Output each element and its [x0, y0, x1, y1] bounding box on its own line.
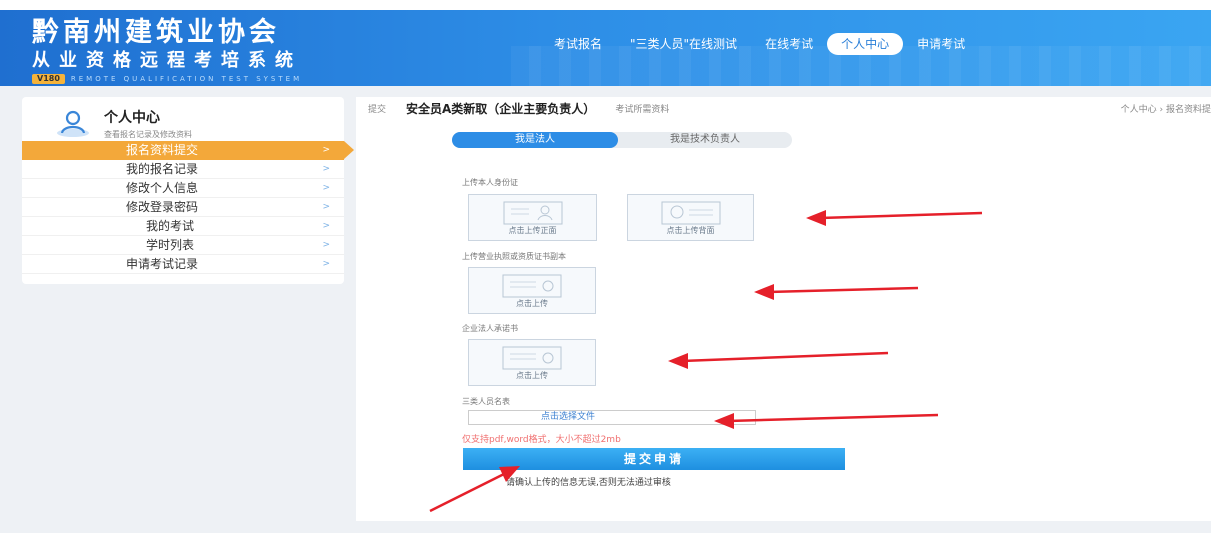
sidebar-item-submit-materials[interactable]: 报名资料提交 >: [22, 141, 354, 160]
english-subtitle: REMOTE QUALIFICATION TEST SYSTEM: [70, 75, 303, 83]
sidebar-item-label: 报名资料提交: [126, 143, 199, 157]
upload-license[interactable]: 点击上传: [468, 267, 596, 314]
page-tag: 考试所需资料: [615, 104, 670, 115]
tab-technical-lead[interactable]: 我是技术负责人: [618, 132, 792, 148]
nav-personal-center[interactable]: 个人中心: [827, 33, 904, 55]
version-badge: V180: [32, 74, 65, 84]
roster-file-input[interactable]: 点击选择文件: [468, 410, 756, 425]
sidebar-item-my-records[interactable]: 我的报名记录 >: [22, 160, 344, 179]
section-label-roster: 三类人员名表: [462, 397, 510, 406]
sidebar: 个人中心 查看报名记录及修改资料 报名资料提交 > 我的报名记录 > 修改个人信息 >…: [22, 97, 354, 284]
upload-front-label: 点击上传正面: [508, 226, 557, 235]
sidebar-title: 个人中心: [104, 109, 160, 126]
sidebar-item-exam-applications[interactable]: 申请考试记录 >: [22, 255, 344, 274]
brand-sub: V180 REMOTE QUALIFICATION TEST SYSTEM: [32, 74, 302, 84]
crumb-label: 提交: [368, 104, 387, 115]
chevron-right-icon: >: [322, 240, 330, 250]
site-subtitle: 从业资格远程考培系统: [32, 50, 302, 71]
submit-button[interactable]: 提交申请: [463, 448, 845, 470]
nav-online-exam[interactable]: 在线考试: [751, 33, 827, 55]
chevron-right-icon: >: [322, 259, 330, 269]
sidebar-item-my-exams[interactable]: 我的考试 >: [22, 217, 344, 236]
upload-license-label: 点击上传: [516, 299, 548, 308]
nav-exam-signup[interactable]: 考试报名: [540, 33, 616, 55]
upload-id-back[interactable]: 点击上传背面: [627, 194, 754, 241]
sidebar-item-label: 修改登录密码: [126, 200, 199, 214]
section-label-license: 上传营业执照或资质证书副本: [462, 252, 566, 261]
chevron-right-icon: >: [322, 221, 330, 231]
page-title: 安全员A类新取（企业主要负责人）: [406, 101, 596, 116]
section-label-commitment: 企业法人承诺书: [462, 324, 518, 333]
sidebar-item-label: 我的考试: [146, 219, 195, 233]
sidebar-item-study-hours[interactable]: 学时列表 >: [22, 236, 344, 255]
sidebar-item-label: 申请考试记录: [126, 257, 199, 271]
chevron-right-icon: >: [322, 183, 330, 193]
nav-apply-exam[interactable]: 申请考试: [903, 33, 979, 55]
user-icon: [57, 110, 89, 137]
sidebar-item-label: 修改个人信息: [126, 181, 199, 195]
main-panel: 提交 安全员A类新取（企业主要负责人） 考试所需资料 个人中心 › 报名资料提 …: [356, 97, 1211, 521]
document-icon: [502, 346, 562, 370]
title-bar: 提交 安全员A类新取（企业主要负责人） 考试所需资料 个人中心 › 报名资料提: [356, 97, 1211, 119]
certificate-icon: [502, 274, 562, 298]
sidebar-item-label: 学时列表: [146, 238, 195, 252]
sidebar-item-edit-profile[interactable]: 修改个人信息 >: [22, 179, 344, 198]
upload-id-front[interactable]: 点击上传正面: [468, 194, 597, 241]
nav-online-test[interactable]: "三类人员"在线测试: [616, 33, 751, 55]
sidebar-item-change-password[interactable]: 修改登录密码 >: [22, 198, 344, 217]
chevron-right-icon: >: [322, 164, 330, 174]
confirm-note: 请确认上传的信息无误,否则无法通过审核: [506, 478, 671, 488]
sidebar-desc: 查看报名记录及修改资料: [104, 129, 192, 139]
top-strip: [0, 0, 1211, 10]
upload-commitment-label: 点击上传: [516, 371, 548, 380]
page: 黔南州建筑业协会 从业资格远程考培系统 V180 REMOTE QUALIFIC…: [0, 0, 1211, 533]
breadcrumb: 个人中心 › 报名资料提: [1120, 104, 1211, 115]
sidebar-titles: 个人中心 查看报名记录及修改资料: [104, 107, 192, 140]
upload-commitment[interactable]: 点击上传: [468, 339, 596, 386]
file-picker-label: 点击选择文件: [541, 412, 596, 422]
sidebar-item-label: 我的报名记录: [126, 162, 199, 176]
tab-legal-person[interactable]: 我是法人: [452, 132, 618, 148]
header: 黔南州建筑业协会 从业资格远程考培系统 V180 REMOTE QUALIFIC…: [0, 0, 1211, 86]
chevron-right-icon: >: [322, 145, 330, 155]
brand: 黔南州建筑业协会 从业资格远程考培系统 V180 REMOTE QUALIFIC…: [32, 18, 302, 84]
id-card-front-icon: [503, 201, 562, 225]
id-card-back-icon: [661, 201, 720, 225]
role-tabs: 我是法人 我是技术负责人: [452, 132, 792, 148]
file-format-hint: 仅支持pdf,word格式，大小不超过2mb: [462, 435, 621, 445]
upload-back-label: 点击上传背面: [666, 226, 715, 235]
site-title: 黔南州建筑业协会: [32, 17, 280, 48]
sidebar-header: 个人中心 查看报名记录及修改资料: [22, 97, 344, 141]
sidebar-menu: 报名资料提交 > 我的报名记录 > 修改个人信息 > 修改登录密码 > 我的考试 > 学时…: [22, 141, 354, 274]
chevron-right-icon: >: [322, 202, 330, 212]
top-nav: 考试报名 "三类人员"在线测试 在线考试 个人中心 申请考试: [540, 33, 979, 55]
section-label-id-card: 上传本人身份证: [462, 178, 518, 187]
